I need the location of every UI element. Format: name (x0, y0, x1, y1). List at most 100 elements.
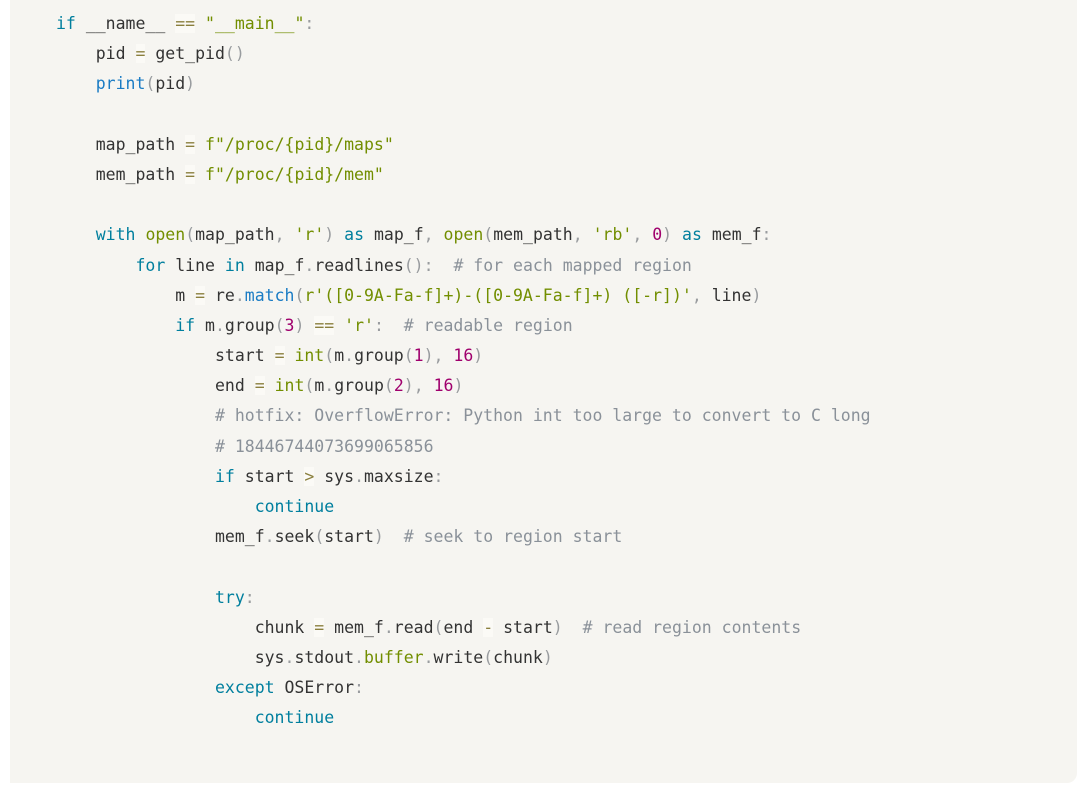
comment-hotfix-overflow-error: # hotfix: OverflowError: Python int too … (214, 406, 871, 426)
fstring-maps-path: f"/proc/{pid}/maps" (205, 134, 394, 154)
builtin-int: int (294, 346, 325, 366)
operator-equality: == (175, 14, 196, 33)
punctuation-comma: , (413, 376, 424, 396)
identifier-end: end (214, 376, 245, 396)
keyword-for: for (135, 255, 166, 275)
string-mode-r: 'r' (294, 225, 325, 245)
code-line: try: (10, 583, 1077, 613)
punctuation-colon: : (373, 315, 384, 335)
number-two: 2 (393, 376, 404, 396)
string-mode-rb: 'rb' (592, 225, 633, 245)
number-zero: 0 (652, 225, 663, 245)
code-line: continue (10, 703, 1077, 733)
punctuation-comma: , (691, 285, 702, 305)
comment-for-each-mapped-region: # for each mapped region (453, 255, 692, 275)
punctuation-paren-open: ( (185, 225, 196, 245)
punctuation-paren-open: ( (274, 315, 285, 335)
arg-start: start (324, 527, 374, 547)
identifier-m: m (175, 285, 186, 305)
string-r: 'r' (344, 315, 374, 335)
call-readlines: readlines (314, 255, 404, 275)
code-line: if start > sys.maxsize: (10, 462, 1077, 492)
keyword-as: as (344, 225, 365, 245)
regex-pattern-literal: r'([0-9A-Fa-f]+)-([0-9A-Fa-f]+) ([-r])' (304, 285, 692, 305)
keyword-continue: continue (254, 497, 335, 516)
operator-greater-than: > (304, 466, 315, 486)
code-line: except OSError: (10, 673, 1077, 703)
punctuation-parens: () (224, 44, 245, 64)
punctuation-dot: . (284, 647, 295, 667)
comment-read-region-contents: # read region contents (582, 617, 802, 637)
punctuation-dot: . (354, 466, 364, 486)
module-re: re (214, 285, 235, 305)
punctuation-dot: . (324, 376, 335, 396)
fstring-mem-path: f"/proc/{pid}/mem" (205, 164, 384, 184)
punctuation-paren-open: ( (483, 225, 494, 245)
identifier-pid: pid (95, 44, 126, 64)
identifier-m: m (205, 315, 215, 335)
identifier-m: m (334, 346, 345, 366)
arg-end: end (443, 617, 474, 637)
keyword-try: try (214, 587, 245, 607)
punctuation-dot: . (383, 617, 394, 637)
builtin-int: int (274, 376, 305, 396)
call-read: read (393, 617, 434, 637)
punctuation-paren-open: ( (433, 617, 444, 637)
arg-start: start (503, 617, 553, 637)
punctuation-paren-close: ) (373, 527, 384, 547)
punctuation-dot: . (354, 647, 364, 667)
operator-assign: = (185, 134, 196, 154)
code-line: m = re.match(r'([0-9A-Fa-f]+)-([0-9A-Fa-… (10, 281, 1077, 311)
keyword-except: except (214, 678, 275, 698)
exception-oserror: OSError (284, 678, 355, 698)
call-seek: seek (274, 527, 315, 547)
punctuation-paren-open: ( (403, 346, 414, 366)
identifier-m: m (314, 376, 325, 396)
number-sixteen: 16 (453, 346, 474, 366)
code-line: if m.group(3) == 'r': # readable region (10, 311, 1077, 341)
operator-assign: = (254, 376, 265, 396)
punctuation-paren-open: ( (383, 376, 394, 396)
operator-minus: - (483, 617, 494, 637)
attribute-buffer: buffer (363, 647, 424, 667)
punctuation-paren-close: ) (751, 285, 762, 305)
punctuation-paren-open: ( (304, 376, 315, 396)
arg-line: line (711, 285, 752, 305)
code-line: map_path = f"/proc/{pid}/maps" (10, 130, 1077, 160)
punctuation-paren-close: ) (542, 647, 553, 667)
punctuation-colon: : (433, 466, 444, 486)
keyword-in: in (224, 255, 245, 275)
identifier-chunk: chunk (254, 617, 305, 637)
builtin-open: open (145, 225, 186, 245)
call-match: match (244, 285, 295, 305)
call-group: group (334, 376, 384, 396)
code-line: with open(map_path, 'r') as map_f, open(… (10, 220, 1077, 250)
identifier-mem-path: mem_path (95, 164, 176, 184)
code-line: print(pid) (10, 69, 1077, 99)
code-block-panel: if __name__ == "__main__": pid = get_pid… (10, 0, 1077, 783)
identifier-line: line (175, 255, 215, 275)
code-line: # hotfix: OverflowError: Python int too … (10, 401, 1077, 431)
identifier-map-path: map_path (95, 134, 176, 154)
punctuation-dot: . (423, 647, 434, 667)
operator-assign: = (195, 285, 206, 305)
identifier-map-f: map_f (373, 225, 424, 245)
punctuation-colon: : (304, 14, 315, 33)
code-line: end = int(m.group(2), 16) (10, 371, 1077, 401)
punctuation-colon: : (761, 225, 772, 245)
punctuation-parens: (): (403, 255, 434, 275)
operator-equality: == (314, 315, 335, 335)
code-line: mem_f.seek(start) # seek to region start (10, 522, 1077, 552)
arg-map-path: map_path (195, 225, 275, 245)
punctuation-dot: . (214, 315, 225, 335)
punctuation-paren-open: ( (324, 346, 335, 366)
identifier-mem-f: mem_f (334, 617, 384, 637)
code-line: for line in map_f.readlines(): # for eac… (10, 251, 1077, 281)
python-source-code[interactable]: if __name__ == "__main__": pid = get_pid… (10, 0, 1077, 734)
code-line: sys.stdout.buffer.write(chunk) (10, 643, 1077, 673)
punctuation-paren-close: ) (473, 346, 484, 366)
module-sys: sys (324, 466, 355, 486)
